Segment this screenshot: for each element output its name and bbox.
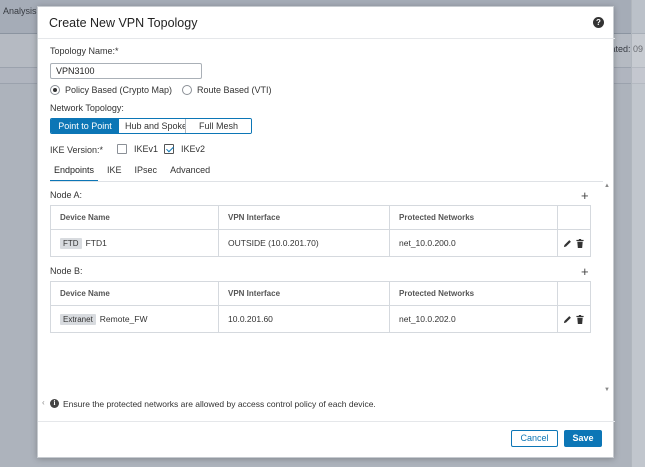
ike-version-label: IKE Version:* xyxy=(50,145,104,155)
vertical-scrollbar[interactable]: ▲ ▼ xyxy=(603,182,611,394)
scroll-down-arrow-icon[interactable]: ▼ xyxy=(603,386,611,394)
col-actions xyxy=(558,206,590,229)
col-protected-networks: Protected Networks xyxy=(390,282,558,305)
col-actions xyxy=(558,282,590,305)
tabs-divider xyxy=(50,181,603,182)
add-node-b-plus-icon[interactable]: + xyxy=(581,265,589,278)
trash-icon[interactable] xyxy=(576,314,584,324)
policy-based-radio[interactable] xyxy=(50,85,60,95)
vpn-interface-cell: 10.0.201.60 xyxy=(219,306,390,332)
tab-endpoints[interactable]: Endpoints xyxy=(50,162,99,182)
tab-ipsec[interactable]: IPsec xyxy=(131,162,162,182)
create-vpn-topology-dialog: Create New VPN Topology ? Topology Name:… xyxy=(37,6,615,458)
info-message: ‹ i Ensure the protected networks are al… xyxy=(38,394,615,414)
row-actions-cell xyxy=(558,230,590,256)
point-to-point-button[interactable]: Point to Point xyxy=(51,119,119,133)
vpn-interface-cell: OUTSIDE (10.0.201.70) xyxy=(219,230,390,256)
col-device-name: Device Name xyxy=(51,282,219,305)
pencil-icon[interactable] xyxy=(563,239,572,248)
network-topology-label: Network Topology: xyxy=(50,103,124,113)
trash-icon[interactable] xyxy=(576,238,584,248)
device-name: Remote_FW xyxy=(99,314,148,324)
cancel-button[interactable]: Cancel xyxy=(511,430,558,447)
device-name-cell: FTD FTD1 xyxy=(51,230,219,256)
scroll-left-chevron-icon[interactable]: ‹ xyxy=(42,398,45,407)
question-circle-icon[interactable]: ? xyxy=(593,17,604,28)
device-name-cell: Extranet Remote_FW xyxy=(51,306,219,332)
table-row[interactable]: Extranet Remote_FW 10.0.201.60 net_10.0.… xyxy=(51,306,590,332)
network-topology-segmented-control: Point to Point Hub and Spoke Full Mesh xyxy=(50,118,252,134)
device-type-badge: Extranet xyxy=(60,313,96,325)
ikev2-label: IKEv2 xyxy=(181,144,206,154)
policy-based-label: Policy Based (Crypto Map) xyxy=(65,85,173,95)
table-row[interactable]: FTD FTD1 OUTSIDE (10.0.201.70) net_10.0.… xyxy=(51,230,590,256)
node-a-label: Node A: xyxy=(50,190,83,200)
table-header: Device Name VPN Interface Protected Netw… xyxy=(51,206,590,230)
row-actions-cell xyxy=(558,306,590,332)
tab-advanced[interactable]: Advanced xyxy=(166,162,214,182)
dialog-header: Create New VPN Topology ? xyxy=(38,7,615,39)
topology-name-label: Topology Name:* xyxy=(50,46,119,56)
route-based-label: Route Based (VTI) xyxy=(197,85,272,95)
ikev1-checkbox[interactable] xyxy=(117,144,127,154)
full-mesh-button[interactable]: Full Mesh xyxy=(185,119,251,133)
scroll-up-arrow-icon[interactable]: ▲ xyxy=(603,182,611,190)
dialog-title: Create New VPN Topology xyxy=(49,16,198,30)
add-node-a-plus-icon[interactable]: + xyxy=(581,189,589,202)
node-b-label: Node B: xyxy=(50,266,83,276)
pencil-icon[interactable] xyxy=(563,315,572,324)
protected-networks-cell: net_10.0.202.0 xyxy=(390,306,558,332)
protected-networks-cell: net_10.0.200.0 xyxy=(390,230,558,256)
node-b-table: Device Name VPN Interface Protected Netw… xyxy=(50,281,591,333)
save-button[interactable]: Save xyxy=(564,430,602,447)
device-name: FTD1 xyxy=(85,238,107,248)
tab-ike[interactable]: IKE xyxy=(103,162,126,182)
col-vpn-interface: VPN Interface xyxy=(219,282,390,305)
table-header: Device Name VPN Interface Protected Netw… xyxy=(51,282,590,306)
hub-and-spoke-button[interactable]: Hub and Spoke xyxy=(119,119,187,133)
footer-divider xyxy=(38,421,615,422)
col-protected-networks: Protected Networks xyxy=(390,206,558,229)
col-device-name: Device Name xyxy=(51,206,219,229)
dialog-tabs: Endpoints IKE IPsec Advanced xyxy=(50,162,219,182)
node-a-table: Device Name VPN Interface Protected Netw… xyxy=(50,205,591,257)
ikev1-label: IKEv1 xyxy=(134,144,159,154)
ikev2-checkbox[interactable] xyxy=(164,144,174,154)
app-right-edge xyxy=(631,0,645,467)
info-text: Ensure the protected networks are allowe… xyxy=(63,399,376,409)
col-vpn-interface: VPN Interface xyxy=(219,206,390,229)
topology-name-input[interactable] xyxy=(50,63,202,79)
info-icon: i xyxy=(50,399,59,408)
device-type-badge: FTD xyxy=(60,237,82,249)
route-based-radio[interactable] xyxy=(182,85,192,95)
